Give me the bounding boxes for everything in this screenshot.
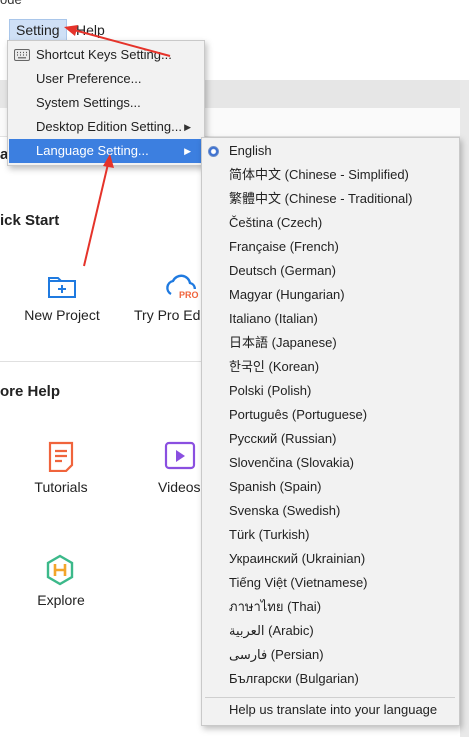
language-item[interactable]: Tiếng Việt (Vietnamese) (229, 571, 368, 595)
pro-badge: PRO (179, 290, 199, 300)
help-translate-item[interactable]: Help us translate into your language (229, 698, 437, 722)
language-item[interactable]: Magyar (Hungarian) (229, 283, 345, 307)
menu-item-system-settings[interactable]: System Settings... (9, 91, 203, 115)
menu-item-shortcut-keys[interactable]: Shortcut Keys Setting... (9, 43, 203, 67)
language-item[interactable]: Türk (Turkish) (229, 523, 309, 547)
right-panel-strip (460, 80, 469, 737)
language-item[interactable]: Русский (Russian) (229, 427, 336, 451)
new-project-tile[interactable]: New Project (20, 266, 104, 330)
language-item[interactable]: Български (Bulgarian) (229, 667, 359, 691)
language-item[interactable]: Svenska (Swedish) (229, 499, 340, 523)
tutorials-document-icon (48, 441, 74, 472)
explore-hexagon-icon (46, 554, 74, 586)
language-item[interactable]: Украинский (Ukrainian) (229, 547, 365, 571)
quick-start-heading: ick Start (0, 212, 60, 229)
menu-item-desktop-edition[interactable]: Desktop Edition Setting... ▶ (9, 115, 203, 139)
menu-item-label: Shortcut Keys Setting... (36, 47, 172, 62)
menu-item-label: Language Setting... (36, 143, 149, 158)
language-item[interactable]: ภาษาไทย (Thai) (229, 595, 321, 619)
language-item[interactable]: فارسی (Persian) (229, 643, 324, 667)
language-item[interactable]: 简体中文 (Chinese - Simplified) (229, 163, 409, 187)
submenu-arrow-icon: ▶ (184, 146, 191, 156)
menu-item-language-setting[interactable]: Language Setting... ▶ (9, 139, 203, 163)
videos-label: Videos (158, 479, 201, 495)
language-item[interactable]: Italiano (Italian) (229, 307, 318, 331)
language-item[interactable]: 繁體中文 (Chinese - Traditional) (229, 187, 413, 211)
tutorials-label: Tutorials (34, 479, 88, 495)
language-item[interactable]: 日本語 (Japanese) (229, 331, 337, 355)
language-item[interactable]: Português (Portuguese) (229, 403, 367, 427)
language-item[interactable]: Slovenčina (Slovakia) (229, 451, 354, 475)
language-item[interactable]: العربية (Arabic) (229, 619, 314, 643)
submenu-arrow-icon: ▶ (184, 122, 191, 132)
language-item[interactable]: Polski (Polish) (229, 379, 311, 403)
setting-menu: Shortcut Keys Setting... User Preference… (7, 40, 205, 166)
menu-item-label: User Preference... (36, 71, 142, 86)
new-project-label: New Project (24, 307, 100, 323)
tutorials-tile[interactable]: Tutorials (28, 437, 94, 501)
explore-tile[interactable]: Explore (30, 551, 92, 615)
new-project-folder-icon (48, 277, 76, 298)
language-item[interactable]: 한국인 (Korean) (229, 355, 319, 379)
video-play-icon (164, 441, 196, 470)
language-item[interactable]: Čeština (Czech) (229, 211, 322, 235)
explore-label: Explore (37, 592, 85, 608)
menu-setting[interactable]: Setting (9, 19, 67, 41)
cloud-pro-icon: PRO (166, 274, 200, 300)
keyboard-icon (14, 49, 30, 61)
try-pro-tile[interactable]: PRO Try Pro Ed (132, 266, 202, 330)
language-item[interactable]: Deutsch (German) (229, 259, 336, 283)
menu-help[interactable]: Help (70, 20, 111, 40)
section-divider (0, 361, 210, 362)
videos-tile[interactable]: Videos (152, 437, 208, 501)
more-help-heading: ore Help (0, 383, 61, 400)
window-title-fragment: ode (0, 0, 22, 7)
language-item[interactable]: Spanish (Spain) (229, 475, 322, 499)
language-menu: English 简体中文 (Chinese - Simplified) 繁體中文 (… (201, 137, 460, 726)
menu-item-label: Desktop Edition Setting... (36, 119, 182, 134)
annotation-arrow (83, 163, 109, 267)
menu-item-user-preference[interactable]: User Preference... (9, 67, 203, 91)
language-item[interactable]: English (229, 139, 272, 163)
language-item[interactable]: Française (French) (229, 235, 339, 259)
menu-item-label: System Settings... (36, 95, 141, 110)
selected-radio-icon (208, 146, 219, 157)
try-pro-label: Try Pro Ed (134, 307, 201, 323)
